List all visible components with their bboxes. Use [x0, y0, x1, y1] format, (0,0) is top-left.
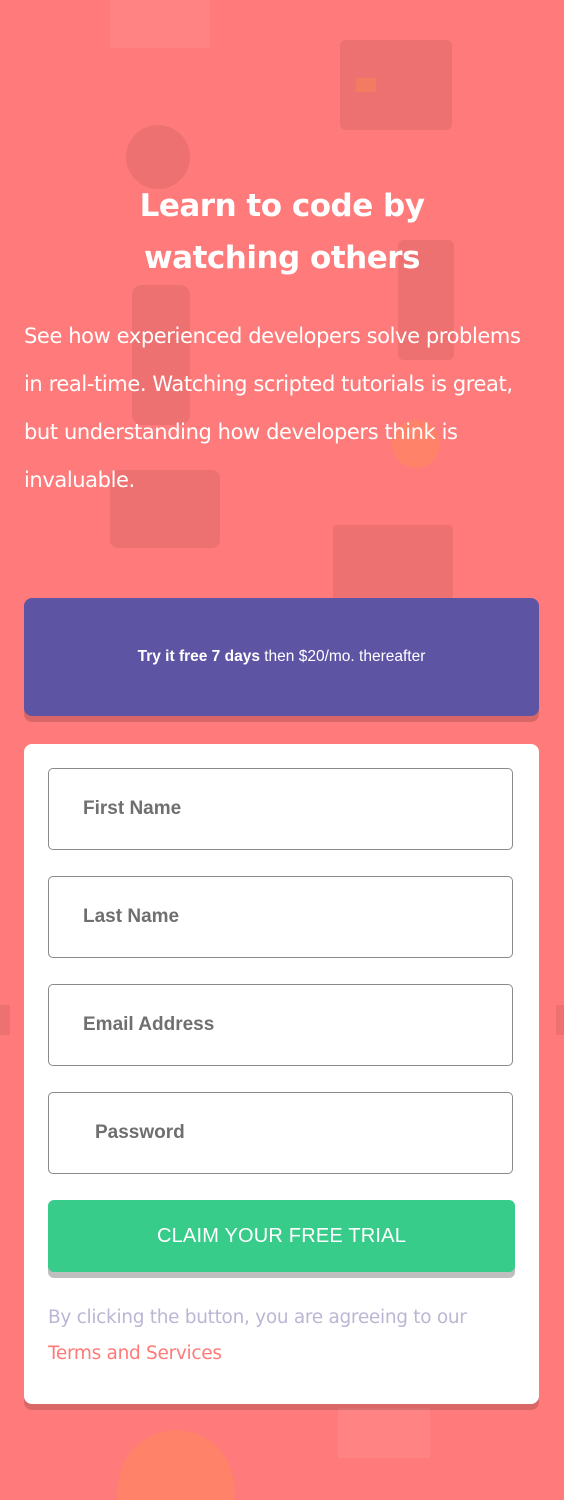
browser-window-icon — [333, 525, 453, 600]
first-name-field — [48, 768, 513, 850]
free-trial-text: Try it free 7 days then $20/mo. thereaft… — [132, 646, 432, 668]
free-trial-bold-text: Try it free 7 days — [137, 648, 260, 665]
headphones-icon — [118, 1430, 234, 1500]
house-icon-bottom — [338, 1408, 430, 1458]
hero-title-line-1: Learn to code by — [139, 188, 425, 224]
side-shape-left — [0, 1005, 10, 1035]
last-name-field — [48, 876, 513, 958]
password-input[interactable] — [49, 1093, 512, 1173]
house-icon — [110, 0, 210, 48]
terms-notice: By clicking the button, you are agreeing… — [48, 1300, 518, 1372]
first-name-input[interactable] — [49, 769, 512, 849]
last-name-input[interactable] — [49, 877, 512, 957]
signup-form: CLAIM YOUR FREE TRIAL By clicking the bu… — [24, 744, 539, 1404]
claim-free-trial-button[interactable]: CLAIM YOUR FREE TRIAL — [48, 1200, 515, 1272]
side-shape-right — [556, 1005, 564, 1035]
toolbox-latch-icon — [356, 78, 376, 92]
free-trial-banner: Try it free 7 days then $20/mo. thereaft… — [24, 598, 539, 716]
hero-description: See how experienced developers solve pro… — [24, 324, 521, 492]
terms-and-services-link[interactable]: Terms and Services — [48, 1343, 222, 1364]
free-trial-rest-text: then $20/mo. thereafter — [264, 648, 426, 665]
terms-prefix: By clicking the button, you are agreeing… — [48, 1307, 467, 1328]
email-input[interactable] — [49, 985, 512, 1065]
toolbox-icon — [340, 40, 452, 130]
password-field — [48, 1092, 513, 1174]
email-field — [48, 984, 513, 1066]
hero-title-line-2: watching others — [144, 240, 420, 276]
hero-section: Learn to code by watching others See how… — [24, 180, 540, 504]
hero-title: Learn to code by watching others — [24, 180, 540, 284]
